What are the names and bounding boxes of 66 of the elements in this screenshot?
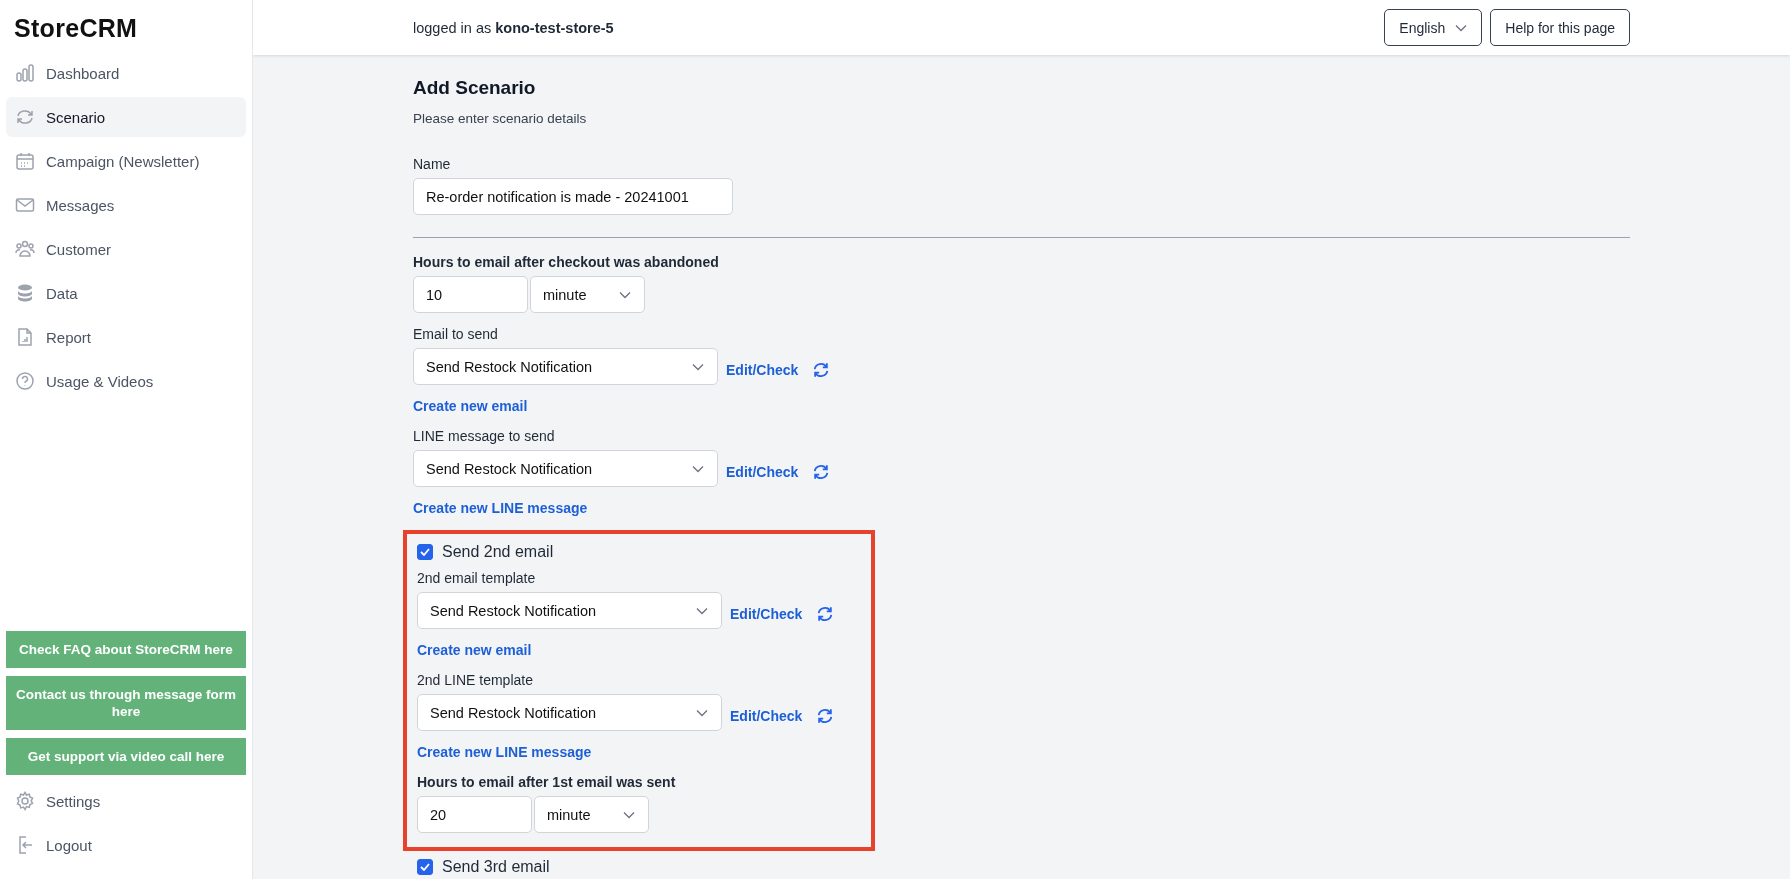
checkbox-label: Send 2nd email: [442, 543, 554, 561]
envelope-icon: [15, 195, 35, 215]
checkmark-icon: [420, 863, 430, 871]
refresh-icon[interactable]: [812, 462, 831, 481]
field-label: Email to send: [413, 326, 499, 342]
template-select[interactable]: Send Restock Notification: [413, 450, 718, 487]
field-label: 2nd LINE template: [417, 672, 534, 688]
bar-chart-icon: [15, 63, 35, 83]
name-field[interactable]: Re-order notification is made - 20241001: [413, 178, 733, 215]
document-chart-icon: [15, 327, 35, 347]
sidebar-item[interactable]: Report: [6, 317, 246, 357]
field-label: 2nd email template: [417, 570, 537, 586]
checkbox[interactable]: [417, 859, 433, 875]
field-label: Hours to email after checkout was abandoned: [413, 254, 720, 270]
sidebar-item[interactable]: Settings: [6, 781, 246, 821]
template-select[interactable]: Send Restock Notification: [413, 348, 718, 385]
edit-check-link[interactable]: Edit/Check: [730, 605, 803, 622]
calendar-icon: [15, 151, 35, 171]
create-link[interactable]: Create new LINE message: [417, 744, 592, 760]
unit-select[interactable]: minute: [530, 276, 645, 313]
refresh-icon: [15, 107, 35, 127]
sidebar-item[interactable]: Dashboard: [6, 53, 246, 93]
users-icon: [15, 239, 35, 259]
chevron-down-icon: [692, 362, 704, 371]
chevron-down-icon: [1455, 23, 1468, 32]
sidebar-item[interactable]: Logout: [6, 825, 246, 865]
settings-icon: [15, 791, 35, 811]
help-page-button[interactable]: Help for this page: [1490, 9, 1630, 46]
create-link[interactable]: Create new email: [417, 642, 532, 658]
chevron-down-icon: [692, 464, 704, 473]
edit-check-link[interactable]: Edit/Check: [730, 707, 803, 724]
chevron-down-icon: [696, 606, 708, 615]
number-field[interactable]: 10: [413, 276, 528, 313]
unit-select[interactable]: minute: [534, 796, 649, 833]
checkbox[interactable]: [417, 544, 433, 560]
help-icon: [15, 371, 35, 391]
language-select[interactable]: English: [1384, 9, 1483, 46]
field-label: LINE message to send: [413, 428, 556, 444]
chevron-down-icon: [696, 708, 708, 717]
page-title: Add Scenario: [413, 77, 537, 99]
edit-check-link[interactable]: Edit/Check: [726, 361, 799, 378]
sidebar-item[interactable]: Usage & Videos: [6, 361, 246, 401]
field-label: Hours to email after 1st email was sent: [417, 774, 677, 790]
sidebar-item[interactable]: Scenario: [6, 97, 246, 137]
chevron-down-icon: [619, 290, 631, 299]
chevron-down-icon: [623, 810, 635, 819]
create-link[interactable]: Create new LINE message: [413, 500, 588, 516]
database-icon: [15, 283, 35, 303]
page-subtitle: Please enter scenario details: [413, 111, 588, 126]
template-select[interactable]: Send Restock Notification: [417, 694, 722, 731]
checkbox-label: Send 3rd email: [442, 858, 550, 876]
sidebar-item[interactable]: Messages: [6, 185, 246, 225]
sidebar-item[interactable]: Data: [6, 273, 246, 313]
login-status: logged in as kono-test-store-5: [413, 19, 615, 36]
create-link[interactable]: Create new email: [413, 398, 528, 414]
refresh-icon[interactable]: [816, 706, 835, 725]
edit-check-link[interactable]: Edit/Check: [726, 463, 799, 480]
field-label: Name: [413, 156, 452, 172]
refresh-icon[interactable]: [812, 360, 831, 379]
refresh-icon[interactable]: [816, 604, 835, 623]
number-field[interactable]: 20: [417, 796, 532, 833]
sidebar-item[interactable]: Customer: [6, 229, 246, 269]
template-select[interactable]: Send Restock Notification: [417, 592, 722, 629]
app-logo: StoreCRM: [13, 13, 139, 44]
checkmark-icon: [420, 548, 430, 556]
sidebar-item[interactable]: Campaign (Newsletter): [6, 141, 246, 181]
